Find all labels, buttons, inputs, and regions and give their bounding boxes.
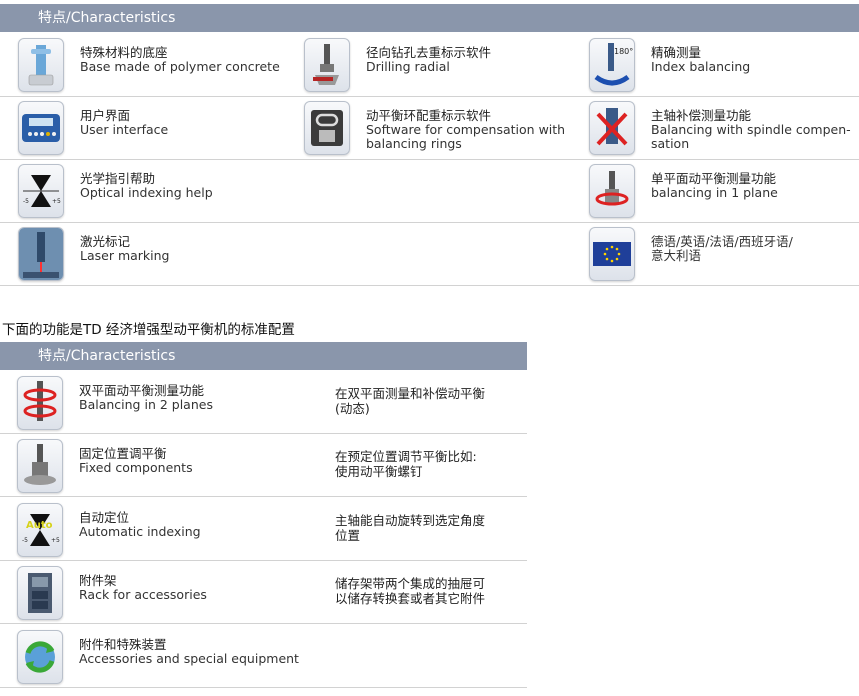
feature-item: 动平衡环配重标示软件 Software for compensation with… [304, 97, 584, 157]
index-180-icon: 180° [589, 38, 635, 92]
rack-icon [17, 566, 63, 620]
machine-base-icon [18, 38, 64, 92]
feature-item: 附件和特殊装置 Accessories and special equipment [17, 626, 527, 686]
single-plane-icon [589, 164, 635, 218]
fixed-component-icon [17, 439, 63, 493]
characteristics-header: 特点/Characteristics [0, 342, 527, 370]
svg-text:-5: -5 [22, 537, 28, 544]
feature-item: -5 +5 光学指引帮助 Optical indexing help [18, 160, 298, 220]
feature-item: Auto -5 +5 自动定位 Automatic indexing 主轴能自动旋转到… [17, 499, 527, 559]
feature-item: 径向钻孔去重标示软件 Drilling radial [304, 34, 584, 94]
feature-item: 特殊材料的底座 Base made of polymer concrete [18, 34, 298, 94]
section-title: 下面的功能是TD 经济增强型动平衡机的标准配置 [2, 322, 295, 338]
characteristics-header: 特点/Characteristics [0, 4, 859, 32]
feature-item: 主轴补偿测量功能 Balancing with spindle compen-sa… [589, 97, 851, 157]
feature-item: 单平面动平衡测量功能 balancing in 1 plane [589, 160, 849, 220]
feature-item: 附件架 Rack for accessories 储存架带两个集成的抽屉可 以储存转… [17, 562, 527, 622]
drill-spindle-icon [304, 38, 350, 92]
control-panel-icon [18, 101, 64, 155]
optical-index-icon: -5 +5 [18, 164, 64, 218]
feature-item: 德语/英语/法语/西班牙语/意大利语 [589, 223, 849, 283]
balancing-ring-icon [304, 101, 350, 155]
svg-text:180°: 180° [614, 47, 633, 56]
svg-text:+5: +5 [51, 537, 60, 544]
feature-item: 固定位置调平衡 Fixed components 在预定位置调节平衡比如: 使用动平… [17, 435, 527, 495]
eu-flag-icon [589, 227, 635, 281]
feature-item: 激光标记 Laser marking [18, 223, 298, 283]
svg-text:-5: -5 [23, 198, 29, 205]
auto-badge: Auto [26, 520, 53, 531]
auto-index-icon: Auto -5 +5 [17, 503, 63, 557]
laser-marking-icon [18, 227, 64, 281]
feature-item: 双平面动平衡测量功能 Balancing in 2 planes 在双平面测量和补… [17, 372, 527, 432]
two-plane-icon [17, 376, 63, 430]
accessories-icon [17, 630, 63, 684]
spindle-crossed-icon [589, 101, 635, 155]
feature-item: 用户界面 User interface [18, 97, 298, 157]
feature-item: 180° 精确测量 Index balancing [589, 34, 849, 94]
svg-text:+5: +5 [52, 198, 61, 205]
